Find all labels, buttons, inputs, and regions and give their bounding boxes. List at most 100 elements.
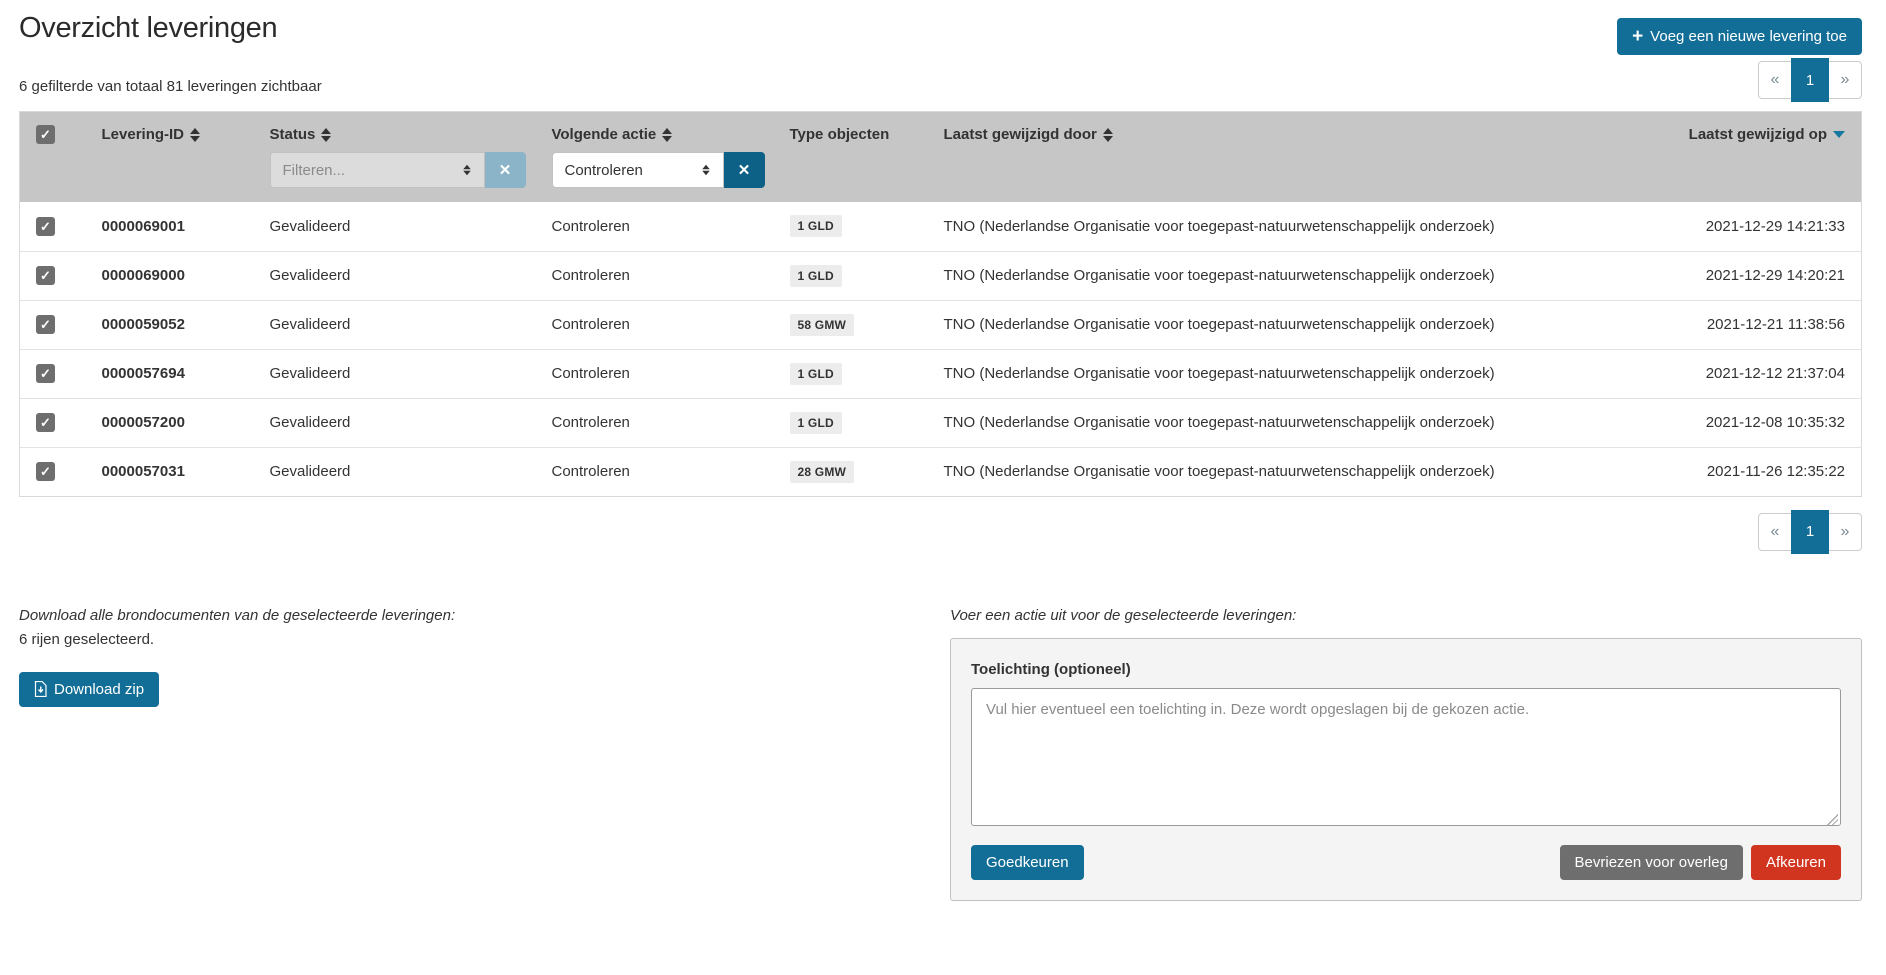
type-objecten-cell: 58 GMW — [774, 300, 928, 349]
volgende-actie-cell: Controleren — [536, 202, 774, 251]
volgende-actie-filter-select[interactable]: Controleren — [552, 152, 724, 188]
levering-id-cell: 0000057031 — [86, 447, 254, 496]
row-checkbox-cell: ✓ — [20, 349, 86, 398]
volgende-actie-cell: Controleren — [536, 447, 774, 496]
select-all-cell: ✓ — [20, 112, 86, 149]
volgende-actie-filter-clear-button[interactable]: ✕ — [724, 152, 765, 188]
action-heading: Voer een actie uit voor de geselecteerde… — [950, 607, 1862, 624]
sort-icon — [1103, 128, 1113, 142]
column-header-status[interactable]: Status — [254, 112, 536, 149]
download-icon — [34, 681, 47, 697]
column-header-type-objecten: Type objecten — [774, 112, 928, 149]
gewijzigd-door-cell: TNO (Nederlandse Organisatie voor toegep… — [928, 202, 1642, 251]
type-objecten-cell: 1 GLD — [774, 349, 928, 398]
levering-id-cell: 0000057694 — [86, 349, 254, 398]
status-cell: Gevalideerd — [254, 447, 536, 496]
status-cell: Gevalideerd — [254, 349, 536, 398]
gewijzigd-op-cell: 2021-12-08 10:35:32 — [1642, 398, 1862, 447]
gewijzigd-door-cell: TNO (Nederlandse Organisatie voor toegep… — [928, 251, 1642, 300]
type-badge: 1 GLD — [790, 363, 842, 385]
gewijzigd-op-cell: 2021-12-12 21:37:04 — [1642, 349, 1862, 398]
gewijzigd-op-cell: 2021-12-29 14:20:21 — [1642, 251, 1862, 300]
sort-desc-icon — [1833, 131, 1845, 138]
column-header-gewijzigd-door[interactable]: Laatst gewijzigd door — [928, 112, 1642, 149]
sort-icon — [321, 128, 331, 142]
type-objecten-cell: 1 GLD — [774, 398, 928, 447]
next-page-button[interactable]: » — [1829, 514, 1861, 550]
deliveries-table: ✓ Levering-ID Status Volgende — [19, 111, 1862, 497]
table-row[interactable]: ✓ 0000069000 Gevalideerd Controleren 1 G… — [20, 251, 1862, 300]
status-cell: Gevalideerd — [254, 251, 536, 300]
levering-id-cell: 0000057200 — [86, 398, 254, 447]
reject-button[interactable]: Afkeuren — [1751, 845, 1841, 880]
column-label: Volgende actie — [552, 126, 657, 143]
table-row[interactable]: ✓ 0000059052 Gevalideerd Controleren 58 … — [20, 300, 1862, 349]
type-badge: 1 GLD — [790, 215, 842, 237]
status-filter-select[interactable]: Filteren... — [270, 152, 485, 188]
status-filter-clear-button[interactable]: ✕ — [485, 152, 526, 188]
current-page-button[interactable]: 1 — [1791, 510, 1829, 554]
column-label: Status — [270, 126, 316, 143]
gewijzigd-door-cell: TNO (Nederlandse Organisatie voor toegep… — [928, 447, 1642, 496]
download-section: Download alle brondocumenten van de gese… — [19, 607, 455, 707]
table-row[interactable]: ✓ 0000057200 Gevalideerd Controleren 1 G… — [20, 398, 1862, 447]
row-checkbox[interactable]: ✓ — [36, 413, 55, 432]
row-checkbox[interactable]: ✓ — [36, 266, 55, 285]
row-checkbox[interactable]: ✓ — [36, 315, 55, 334]
filter-summary: 6 gefilterde van totaal 81 leveringen zi… — [19, 78, 322, 95]
table-row[interactable]: ✓ 0000057031 Gevalideerd Controleren 28 … — [20, 447, 1862, 496]
volgende-actie-cell: Controleren — [536, 398, 774, 447]
column-header-levering-id[interactable]: Levering-ID — [86, 112, 254, 149]
levering-id-cell: 0000069001 — [86, 202, 254, 251]
prev-page-button[interactable]: « — [1759, 62, 1791, 98]
status-cell: Gevalideerd — [254, 202, 536, 251]
status-filter-cell: Filteren... ✕ — [254, 148, 536, 202]
approve-button[interactable]: Goedkeuren — [971, 845, 1084, 880]
bottom-section: Download alle brondocumenten van de gese… — [19, 607, 1862, 901]
volgende-actie-cell: Controleren — [536, 349, 774, 398]
column-header-gewijzigd-op[interactable]: Laatst gewijzigd op — [1642, 112, 1862, 149]
sort-icon — [190, 128, 200, 142]
gewijzigd-op-cell: 2021-12-29 14:21:33 — [1642, 202, 1862, 251]
row-checkbox-cell: ✓ — [20, 251, 86, 300]
current-page-button[interactable]: 1 — [1791, 58, 1829, 102]
toelichting-textarea[interactable] — [971, 688, 1841, 826]
column-header-volgende-actie[interactable]: Volgende actie — [536, 112, 774, 149]
row-checkbox-cell: ✓ — [20, 447, 86, 496]
summary-row: 6 gefilterde van totaal 81 leveringen zi… — [19, 61, 1862, 99]
selected-count: 6 rijen geselecteerd. — [19, 631, 455, 648]
row-checkbox[interactable]: ✓ — [36, 462, 55, 481]
row-checkbox-cell: ✓ — [20, 202, 86, 251]
type-badge: 58 GMW — [790, 314, 855, 336]
gewijzigd-door-cell: TNO (Nederlandse Organisatie voor toegep… — [928, 349, 1642, 398]
select-arrows-icon — [702, 165, 710, 176]
table-row[interactable]: ✓ 0000069001 Gevalideerd Controleren 1 G… — [20, 202, 1862, 251]
column-label: Laatst gewijzigd op — [1689, 126, 1827, 143]
gewijzigd-op-cell: 2021-11-26 12:35:22 — [1642, 447, 1862, 496]
gewijzigd-door-cell: TNO (Nederlandse Organisatie voor toegep… — [928, 398, 1642, 447]
next-page-button[interactable]: » — [1829, 62, 1861, 98]
type-objecten-cell: 1 GLD — [774, 251, 928, 300]
resize-grip-icon[interactable] — [1827, 814, 1838, 825]
download-zip-button[interactable]: Download zip — [19, 672, 159, 707]
pagination-bottom: « 1 » — [1758, 513, 1862, 551]
column-label: Laatst gewijzigd door — [944, 126, 1097, 143]
table-row[interactable]: ✓ 0000057694 Gevalideerd Controleren 1 G… — [20, 349, 1862, 398]
action-panel: Toelichting (optioneel) Goedkeuren Bevri… — [950, 638, 1862, 901]
prev-page-button[interactable]: « — [1759, 514, 1791, 550]
add-delivery-button[interactable]: + Voeg een nieuwe levering toe — [1617, 18, 1862, 55]
status-filter-placeholder: Filteren... — [283, 162, 346, 179]
select-all-checkbox[interactable]: ✓ — [36, 125, 55, 144]
row-checkbox[interactable]: ✓ — [36, 364, 55, 383]
table-body: ✓ 0000069001 Gevalideerd Controleren 1 G… — [20, 202, 1862, 496]
select-arrows-icon — [463, 165, 471, 176]
row-checkbox-cell: ✓ — [20, 300, 86, 349]
action-buttons: Goedkeuren Bevriezen voor overleg Afkeur… — [971, 845, 1841, 880]
page: Overzicht leveringen + Voeg een nieuwe l… — [0, 0, 1886, 901]
row-checkbox[interactable]: ✓ — [36, 217, 55, 236]
download-zip-label: Download zip — [54, 681, 144, 698]
pagination-bottom-row: « 1 » — [19, 513, 1862, 551]
freeze-button[interactable]: Bevriezen voor overleg — [1560, 845, 1743, 880]
levering-id-cell: 0000069000 — [86, 251, 254, 300]
page-header: Overzicht leveringen + Voeg een nieuwe l… — [19, 12, 1862, 55]
